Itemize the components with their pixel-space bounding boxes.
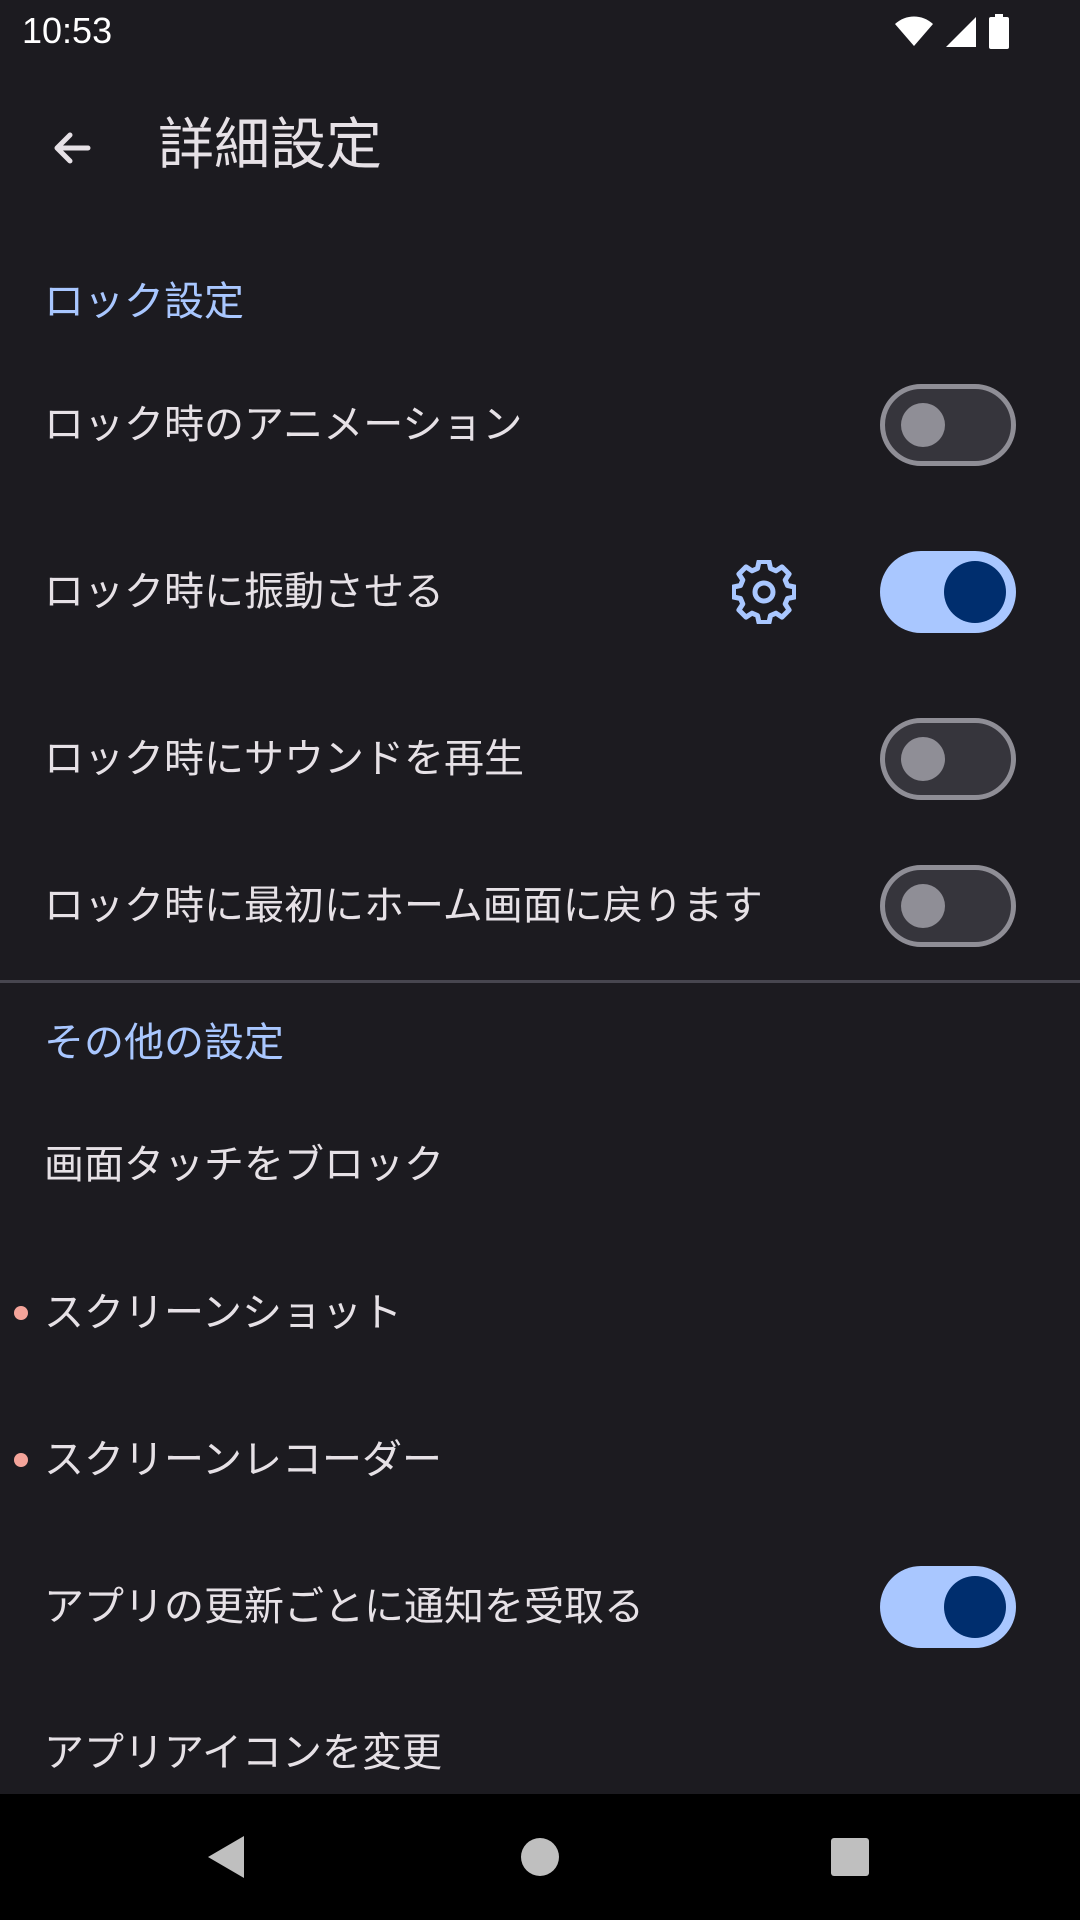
setting-lock-return-home[interactable]: ロック時に最初にホーム画面に戻ります: [0, 841, 1080, 971]
page-title: 詳細設定: [158, 113, 382, 178]
toggle-thumb: [901, 884, 945, 928]
nav-back-button[interactable]: [166, 1794, 286, 1920]
setting-label: ロック時に振動させる: [44, 569, 444, 615]
recents-square-icon: [831, 1838, 869, 1876]
back-triangle-icon: [208, 1836, 244, 1878]
setting-label: ロック時のアニメーション: [44, 402, 523, 448]
section-header-other: その他の設定: [44, 1020, 284, 1066]
vibrate-settings-button[interactable]: [724, 552, 804, 632]
update-notify-toggle[interactable]: [880, 1566, 1016, 1648]
navigation-bar: [0, 1794, 1080, 1920]
gear-icon: [732, 560, 796, 624]
setting-label: アプリの更新ごとに通知を受取る: [44, 1584, 644, 1630]
setting-label: スクリーンレコーダー: [44, 1437, 442, 1483]
setting-lock-sound[interactable]: ロック時にサウンドを再生: [0, 694, 1080, 824]
wifi-icon: [895, 16, 933, 46]
lock-vibrate-toggle[interactable]: [880, 551, 1016, 633]
setting-label: ロック時に最初にホーム画面に戻ります: [44, 883, 763, 929]
lock-sound-toggle[interactable]: [880, 718, 1016, 800]
setting-lock-vibrate[interactable]: ロック時に振動させる: [0, 527, 1080, 657]
toggle-thumb: [944, 1576, 1006, 1638]
setting-screenshot[interactable]: スクリーンショット: [0, 1248, 1080, 1378]
lock-animation-toggle[interactable]: [880, 384, 1016, 466]
toggle-thumb: [901, 403, 945, 447]
section-divider: [0, 980, 1080, 983]
battery-icon: [989, 14, 1009, 49]
new-indicator-dot: [14, 1306, 28, 1320]
setting-block-touch[interactable]: 画面タッチをブロック: [0, 1100, 1080, 1230]
setting-label: 画面タッチをブロック: [44, 1142, 444, 1188]
setting-screen-recorder[interactable]: スクリーンレコーダー: [0, 1395, 1080, 1525]
signal-icon: [946, 17, 976, 47]
setting-update-notify[interactable]: アプリの更新ごとに通知を受取る: [0, 1542, 1080, 1672]
section-header-lock: ロック設定: [44, 279, 244, 325]
home-circle-icon: [521, 1838, 559, 1876]
status-bar: 10:53: [0, 0, 1080, 64]
status-icons: [894, 14, 1010, 50]
setting-label: ロック時にサウンドを再生: [44, 736, 524, 782]
setting-lock-animation[interactable]: ロック時のアニメーション: [0, 360, 1080, 490]
nav-recents-button[interactable]: [790, 1794, 910, 1920]
setting-change-icon[interactable]: アプリアイコンを変更: [0, 1688, 1080, 1794]
setting-label: アプリアイコンを変更: [44, 1730, 442, 1776]
arrow-back-icon: [54, 132, 91, 164]
toggle-thumb: [944, 561, 1006, 623]
new-indicator-dot: [14, 1453, 28, 1467]
status-time: 10:53: [22, 10, 113, 51]
lock-return-home-toggle[interactable]: [880, 865, 1016, 947]
setting-label: スクリーンショット: [44, 1290, 402, 1336]
toggle-thumb: [901, 737, 945, 781]
back-button[interactable]: [36, 112, 108, 184]
app-bar: 詳細設定: [0, 80, 1080, 216]
nav-home-button[interactable]: [480, 1794, 600, 1920]
